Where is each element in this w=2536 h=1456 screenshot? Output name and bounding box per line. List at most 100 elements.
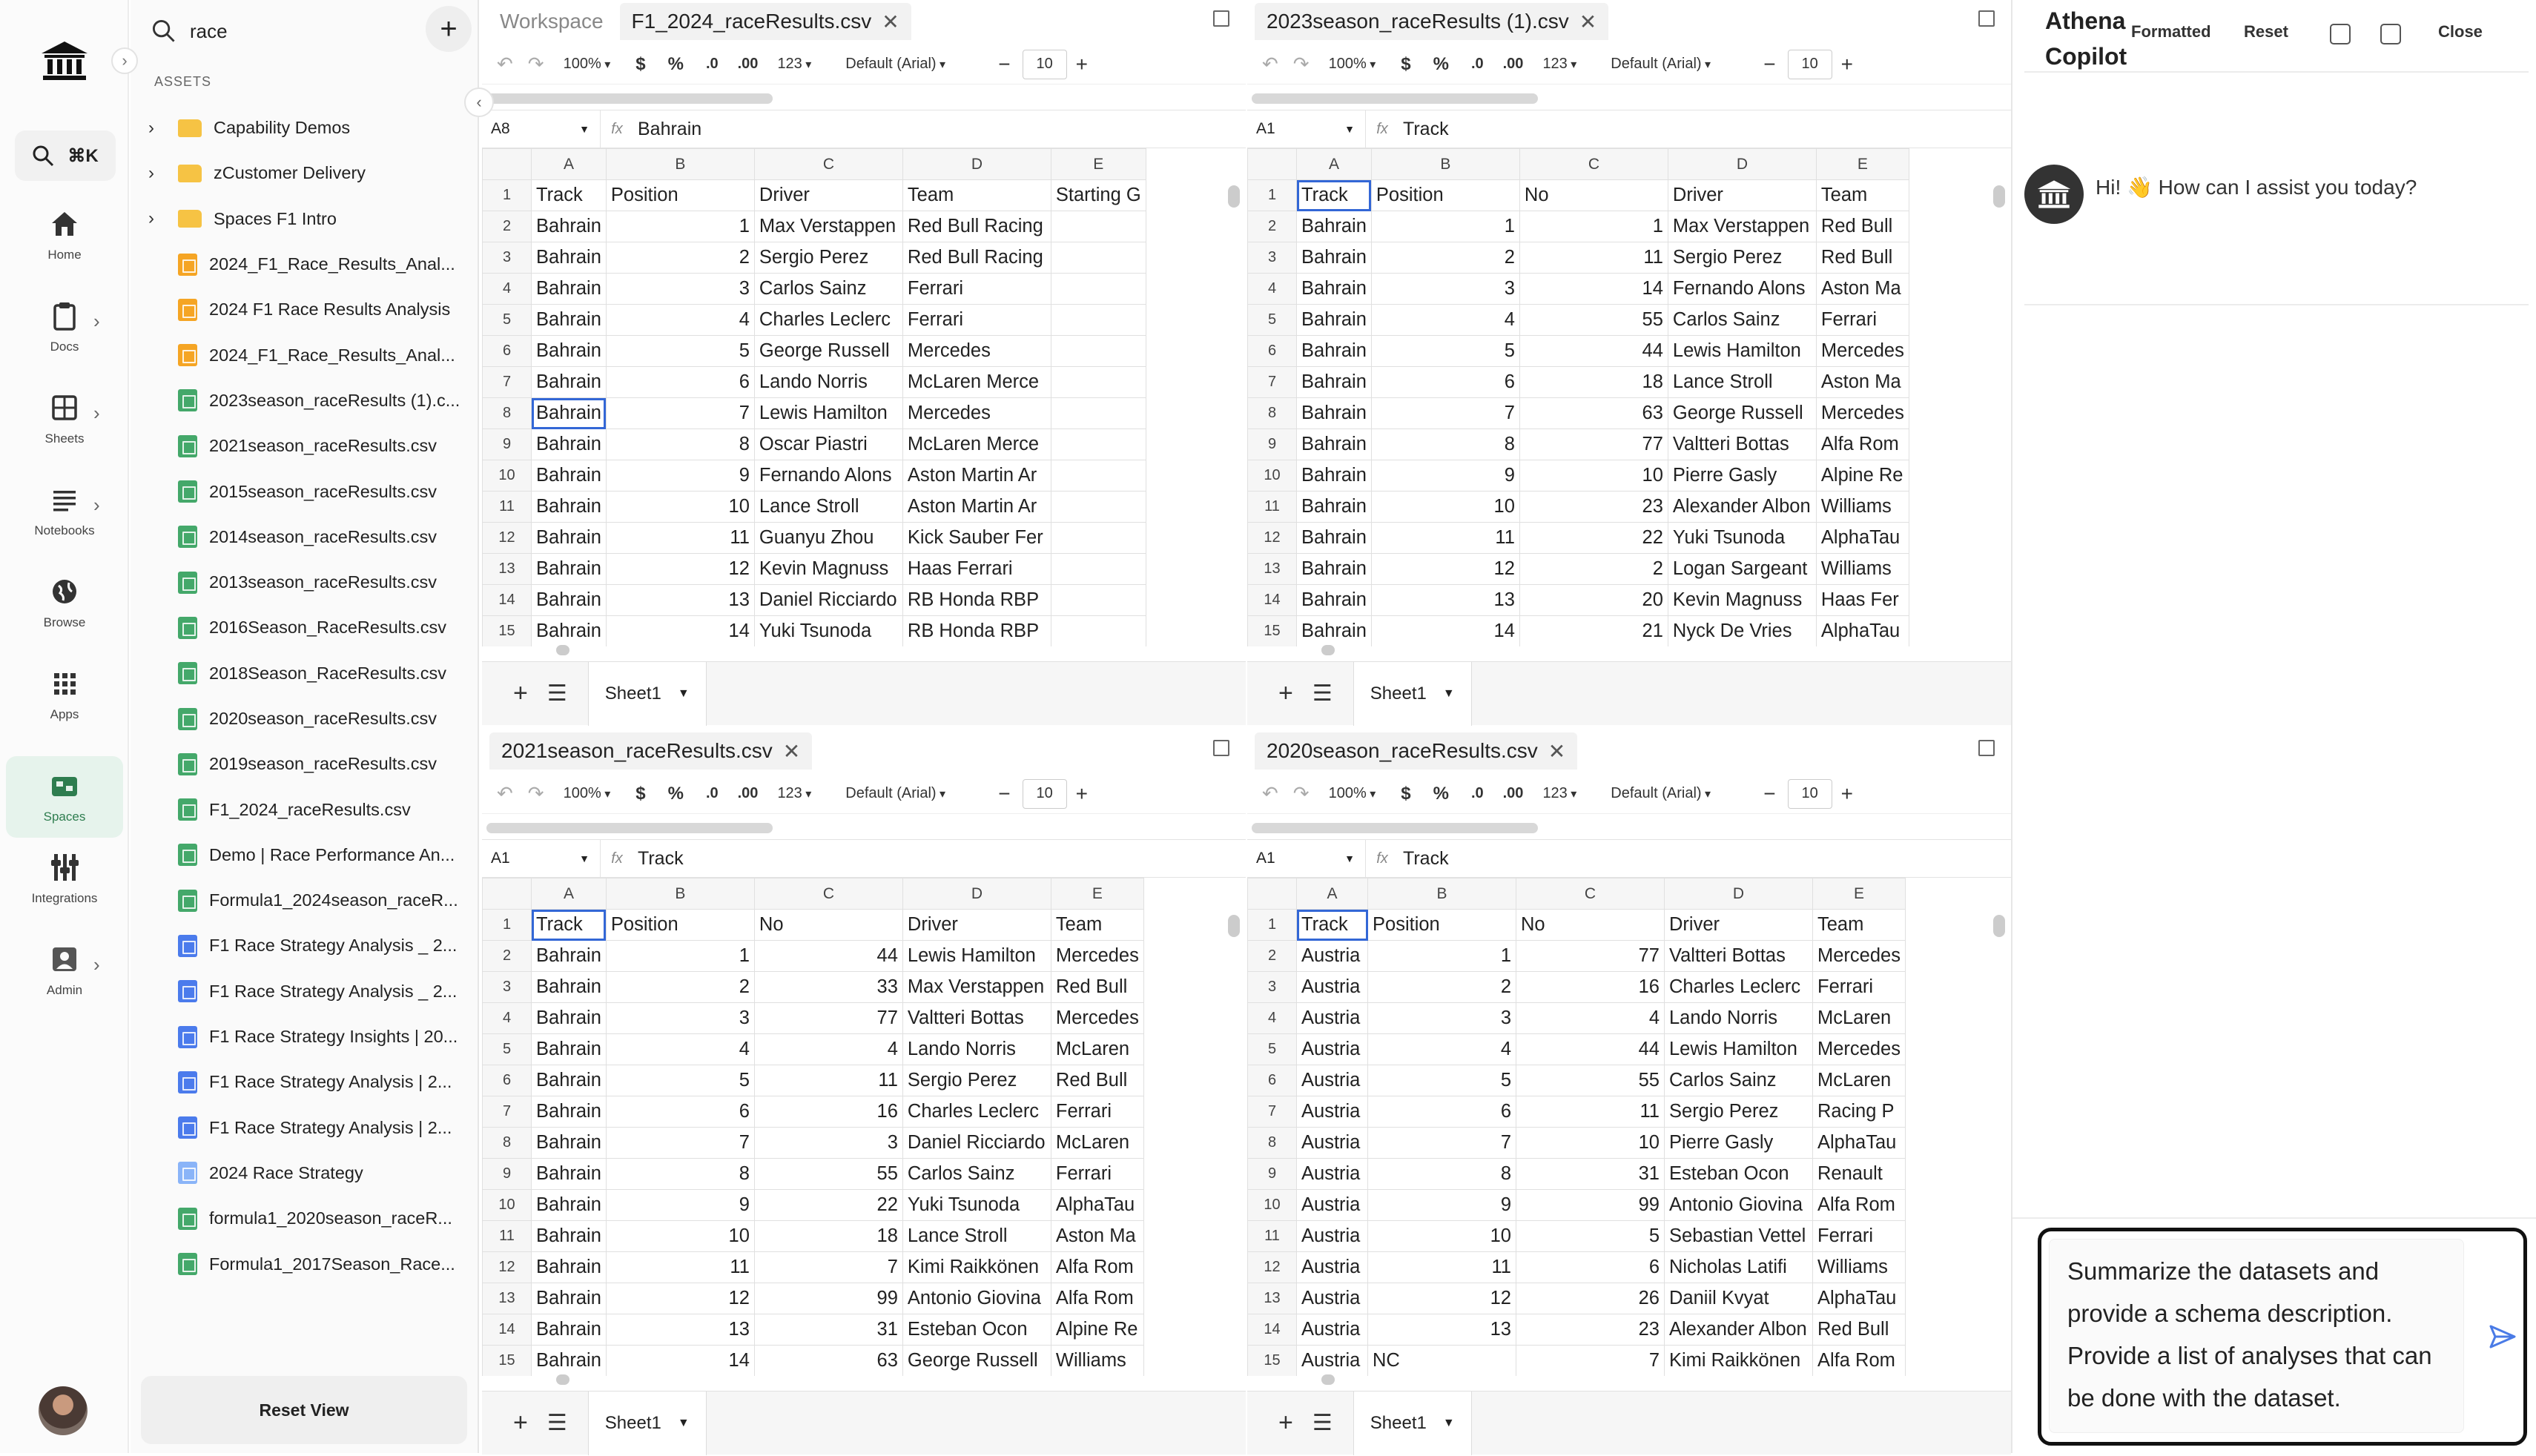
sheet-cell[interactable] (1050, 428, 1146, 460)
sheet-cell[interactable]: George Russell (1667, 397, 1817, 429)
sheet-cell[interactable]: 11 (1519, 242, 1668, 274)
sheet-cell[interactable]: Bahrain (1296, 397, 1372, 429)
undo-icon[interactable]: ↶ (1262, 53, 1278, 76)
sheet-cell[interactable]: 63 (1519, 397, 1668, 429)
sheet-cell[interactable]: Bahrain (531, 304, 607, 336)
sheet-cell[interactable]: Bahrain (531, 940, 607, 972)
sheet-cell[interactable]: 31 (753, 1314, 903, 1346)
sheet-cell[interactable]: Daniel Ricciardo (753, 584, 903, 616)
sheet-cell[interactable]: 14 (605, 1345, 755, 1376)
sheet-cell[interactable]: Kevin Magnuss (1667, 584, 1817, 616)
sheet-cell[interactable]: Austria (1296, 1158, 1368, 1190)
column-header[interactable]: A (1296, 878, 1368, 910)
number-format-select[interactable]: 123 (1542, 56, 1576, 73)
sheet-cell[interactable]: Austria (1296, 1220, 1368, 1252)
row-number[interactable]: 3 (482, 242, 532, 274)
sheet-cell[interactable] (1050, 553, 1146, 585)
sheet-cell[interactable] (1050, 242, 1146, 274)
send-icon[interactable] (2488, 1322, 2517, 1351)
sheet-cell[interactable]: 5 (1370, 335, 1520, 367)
scroll-thumb[interactable] (1321, 645, 1335, 655)
sheet-cell[interactable]: Racing P (1812, 1096, 1906, 1128)
sheet-cell[interactable]: George Russell (753, 335, 903, 367)
sheet-cell[interactable]: Carlos Sainz (753, 273, 903, 305)
column-header[interactable]: C (1516, 878, 1665, 910)
sheet-cell[interactable]: 6 (605, 1096, 755, 1128)
sheet-cell[interactable]: Aston Ma (1815, 273, 1909, 305)
sheet-cell[interactable]: Austria (1296, 1033, 1368, 1065)
sheet-cell[interactable]: Bahrain (1296, 460, 1372, 492)
row-number[interactable]: 5 (1247, 1033, 1297, 1065)
row-number[interactable]: 15 (482, 1345, 532, 1376)
sheet-cell[interactable]: 20 (1519, 584, 1668, 616)
expand-pane-icon[interactable] (1978, 740, 1995, 756)
row-number[interactable]: 10 (482, 460, 532, 492)
row-number[interactable]: 4 (482, 1002, 532, 1034)
user-avatar[interactable] (39, 1386, 87, 1435)
sheet-cell[interactable]: Lewis Hamilton (1667, 335, 1817, 367)
sheet-cell[interactable]: 4 (605, 304, 755, 336)
increase-font-size-button[interactable]: + (1841, 782, 1853, 806)
sheet-cell[interactable]: 5 (1516, 1220, 1665, 1252)
sheet-cell[interactable]: Lance Stroll (902, 1220, 1051, 1252)
column-header[interactable]: B (605, 878, 755, 910)
sheet-cell[interactable]: Ferrari (1815, 304, 1909, 336)
sheet-cell[interactable] (1050, 304, 1146, 336)
sheet-cell[interactable]: 10 (1519, 460, 1668, 492)
sheet-cell[interactable]: Austria (1296, 940, 1368, 972)
redo-icon[interactable]: ↷ (1293, 53, 1310, 76)
increase-decimals-button[interactable]: .00 (738, 56, 759, 73)
sheet-cell[interactable]: Alfa Rom (1812, 1189, 1906, 1221)
sheet-tab[interactable]: Sheet1 ▼ (1353, 1391, 1472, 1455)
asset-item[interactable]: 2013season_raceResults.csv (131, 560, 479, 605)
increase-decimals-button[interactable]: .00 (1503, 56, 1524, 73)
sheet-cell[interactable]: Bahrain (1296, 335, 1372, 367)
asset-item[interactable]: 2020season_raceResults.csv (131, 696, 479, 741)
sheet-cell[interactable]: Mercedes (1815, 397, 1909, 429)
row-number[interactable]: 13 (1247, 553, 1297, 585)
row-number[interactable]: 9 (1247, 1158, 1297, 1190)
sheet-cell[interactable]: 1 (605, 940, 755, 972)
sheet-cell[interactable]: Lewis Hamilton (1664, 1033, 1813, 1065)
sheet-cell[interactable]: Bahrain (531, 211, 607, 242)
file-tab[interactable]: 2020season_raceResults.csv ✕ (1255, 732, 1578, 770)
assets-search[interactable]: race (151, 10, 470, 52)
formula-input[interactable]: Bahrain (633, 119, 701, 140)
sheet-cell[interactable]: Yuki Tsunoda (902, 1189, 1051, 1221)
sheet-cell[interactable]: Austria (1296, 1251, 1368, 1283)
row-number[interactable]: 14 (482, 1314, 532, 1346)
zoom-select[interactable]: 100% (564, 56, 611, 73)
row-number[interactable]: 12 (482, 1251, 532, 1283)
increase-decimals-button[interactable]: .00 (738, 785, 759, 802)
sheet-cell[interactable]: Sergio Perez (902, 1065, 1051, 1096)
undo-icon[interactable]: ↶ (1262, 782, 1278, 805)
decrease-font-size-button[interactable]: − (998, 782, 1010, 806)
sheet-cell[interactable]: Haas Ferrari (902, 553, 1051, 585)
sheet-cell[interactable]: 16 (1516, 971, 1665, 1003)
row-number[interactable]: 9 (482, 428, 532, 460)
sheet-cell[interactable]: Bahrain (531, 460, 607, 492)
horizontal-scrollbar[interactable] (486, 823, 773, 833)
sheet-cell[interactable] (1050, 397, 1146, 429)
column-header[interactable]: C (1519, 148, 1668, 180)
formula-input[interactable]: Track (1399, 119, 1449, 140)
row-number[interactable]: 8 (482, 1127, 532, 1159)
sheet-cell[interactable]: AlphaTau (1815, 615, 1909, 646)
row-number[interactable]: 4 (482, 273, 532, 305)
sheet-cell[interactable]: 3 (753, 1127, 903, 1159)
sheet-cell[interactable]: Position (605, 179, 755, 211)
sheet-cell[interactable]: Williams (1812, 1251, 1906, 1283)
redo-icon[interactable]: ↷ (528, 53, 544, 76)
close-tab-icon[interactable]: ✕ (1579, 10, 1596, 34)
asset-item[interactable]: Demo | Race Performance An... (131, 833, 479, 878)
sheet-cell[interactable]: Driver (1667, 179, 1817, 211)
row-number[interactable]: 11 (482, 491, 532, 523)
column-header[interactable]: B (605, 148, 755, 180)
sheet-cell[interactable]: Alfa Rom (1050, 1283, 1144, 1314)
row-number[interactable]: 10 (482, 1189, 532, 1221)
sheet-cell[interactable]: Lance Stroll (753, 491, 903, 523)
row-number[interactable]: 2 (1247, 940, 1297, 972)
sheet-cell[interactable]: Pierre Gasly (1664, 1127, 1813, 1159)
sheet-cell[interactable]: 10 (1370, 491, 1520, 523)
sheet-cell[interactable]: Austria (1296, 1189, 1368, 1221)
